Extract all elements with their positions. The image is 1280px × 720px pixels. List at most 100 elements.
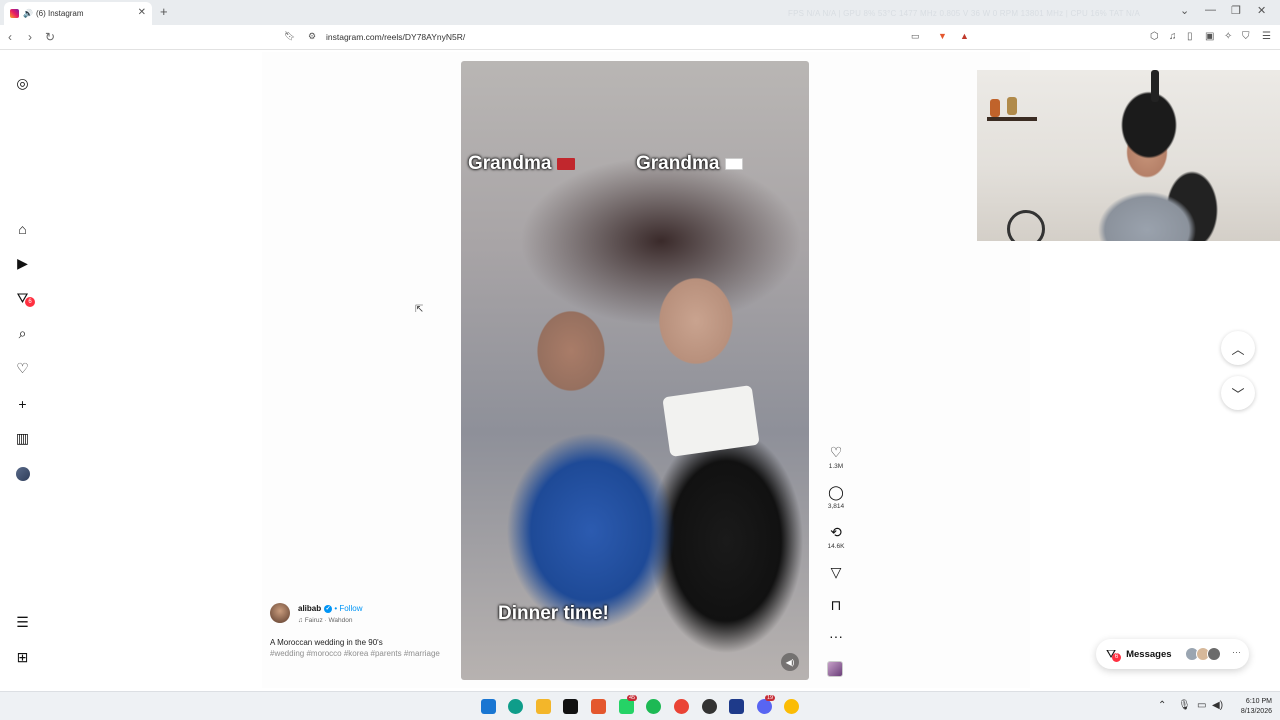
verified-icon: ✓ [324, 604, 333, 613]
bookmark-icon: ⊓ [830, 597, 842, 613]
chrome-icon[interactable] [784, 699, 799, 714]
messages-icon: ⛛ 6 [1106, 647, 1121, 662]
bookmark-icon[interactable]: 🔖︎ [284, 31, 295, 42]
notification-badge: 6 [25, 297, 35, 307]
save-button[interactable]: ⊓ [820, 597, 852, 614]
dashboard-icon[interactable]: ▥ [14, 430, 31, 447]
spotify-icon[interactable] [646, 699, 661, 714]
speaker-icon[interactable]: 🔊 [23, 9, 33, 18]
chrome-icon[interactable] [674, 699, 689, 714]
follow-button[interactable]: Follow [339, 604, 362, 613]
discord-badge: 19 [765, 695, 776, 701]
like-count: 1.3M [828, 463, 844, 470]
repost-button[interactable]: ⟲ 14.6K [820, 524, 852, 550]
repost-icon: ⟲ [830, 524, 842, 540]
messages-button[interactable]: ⛛ 6 Messages ··· [1096, 639, 1249, 669]
maximize-icon[interactable]: ❐ [1231, 4, 1241, 17]
address-bar: ‹ › ↻ 🔖︎ ⚙︎ instagram.com/reels/DY78AYny… [0, 25, 1280, 50]
like-button[interactable]: ♡ 1.3M [820, 444, 852, 470]
microphone-icon[interactable]: 🎙︎ [1178, 700, 1191, 711]
mouse-cursor-icon: ⇱ [415, 304, 424, 315]
more-options-button[interactable]: ··· [820, 628, 852, 644]
figurine [1007, 97, 1017, 115]
comment-button[interactable]: ◯ 3,814 [820, 484, 852, 510]
share-button[interactable]: ▽ [820, 564, 852, 581]
minimize-icon[interactable]: — [1205, 4, 1216, 16]
whatsapp-icon[interactable] [619, 699, 634, 714]
url-text[interactable]: instagram.com/reels/DY78AYnyN5R/ [326, 32, 465, 42]
more-menu-icon[interactable]: ☰ [14, 614, 31, 631]
message-avatars [1185, 647, 1221, 661]
home-icon[interactable]: ⌂ [14, 220, 31, 237]
username[interactable]: alibab [298, 604, 321, 613]
fan [1007, 210, 1045, 241]
reels-icon[interactable]: ▶ [14, 255, 31, 272]
chevron-down-icon[interactable]: ⌄ [1180, 4, 1189, 17]
clock[interactable]: 6:10 PM 8/13/2026 [1226, 697, 1272, 717]
share-icon: ▽ [830, 564, 842, 580]
webcam-overlay [977, 70, 1280, 241]
hashtags[interactable]: #wedding #morocco #korea #parents #marri… [270, 649, 440, 658]
chevron-up-icon: ︿ [1231, 341, 1245, 357]
messages-label: Messages [1126, 648, 1172, 660]
vpn-icon[interactable]: ⛉ [1242, 31, 1250, 42]
brave-shield-icon[interactable]: ▼ [938, 31, 947, 41]
site-settings-icon[interactable]: ⚙︎ [308, 31, 316, 42]
avatar[interactable] [270, 603, 290, 623]
wallet-icon[interactable]: ▣ [1205, 31, 1214, 42]
reel-video[interactable]: Grandma Grandma Dinner time! ◀) [461, 61, 809, 680]
volume-icon[interactable]: ◀) [1212, 700, 1223, 711]
tab-instagram[interactable]: 🔊 (6) Instagram ✕ [4, 2, 152, 25]
search-icon[interactable]: ⌕ [14, 325, 31, 342]
file-explorer-icon[interactable] [536, 699, 551, 714]
obs-icon[interactable] [702, 699, 717, 714]
video-caption-overlay: Dinner time! [498, 603, 609, 624]
reload-icon[interactable]: ↻ [45, 30, 55, 44]
browser-tab-bar: 🔊 (6) Instagram ✕ + FPS N/A N/A | GPU 8%… [0, 0, 1280, 25]
chevron-down-icon: ﹀ [1231, 386, 1245, 402]
profile-avatar[interactable] [14, 465, 31, 482]
cast-icon[interactable]: ▭ [911, 31, 920, 42]
new-tab-button[interactable]: + [160, 4, 168, 19]
instagram-favicon-icon [10, 9, 19, 18]
audio-track[interactable]: ♫ Fairuz · Wahdon [298, 617, 353, 624]
sidebar-toggle-icon[interactable]: ▯ [1187, 31, 1193, 42]
tiktok-icon[interactable] [563, 699, 578, 714]
back-icon[interactable]: ‹ [8, 30, 12, 44]
brave-rewards-icon[interactable]: ▲ [960, 31, 969, 41]
brave-icon[interactable] [591, 699, 606, 714]
apps-icon[interactable]: ⊞ [14, 649, 31, 666]
speaker-icon[interactable]: ◀) [781, 653, 799, 671]
close-tab-icon[interactable]: ✕ [138, 7, 146, 18]
music-icon: ♫ [298, 617, 305, 624]
whatsapp-badge: 45 [627, 695, 638, 701]
follow-separator: • [334, 604, 338, 613]
network-icon[interactable]: ▭ [1197, 700, 1206, 711]
discord-icon[interactable] [757, 699, 772, 714]
create-icon[interactable]: + [14, 395, 31, 412]
close-window-icon[interactable]: ✕ [1257, 4, 1266, 17]
app-icon[interactable] [729, 699, 744, 714]
avatar [1207, 647, 1221, 661]
avatar [15, 466, 30, 481]
heart-icon: ♡ [829, 444, 843, 460]
extension-icon[interactable]: ⬡ [1150, 31, 1159, 42]
previous-reel-button[interactable]: ︿ [1221, 331, 1255, 365]
audio-thumbnail[interactable] [827, 661, 843, 677]
korea-flag-icon [725, 157, 744, 170]
comment-count: 3,814 [827, 503, 845, 510]
windows-start-icon[interactable] [481, 699, 496, 714]
menu-icon[interactable]: ☰ [1262, 31, 1271, 42]
performance-overlay: FPS N/A N/A | GPU 8% 53°C 1477 MHz 0.805… [788, 9, 1140, 18]
wall-hanging [1151, 70, 1159, 102]
tray-overflow-icon[interactable]: ⌃ [1158, 700, 1166, 711]
forward-icon[interactable]: › [28, 30, 32, 44]
leo-ai-icon[interactable]: ✧ [1224, 31, 1232, 42]
heart-icon[interactable]: ♡ [14, 360, 31, 377]
next-reel-button[interactable]: ﹀ [1221, 376, 1255, 410]
caption-user-line: alibab ✓ • Follow [298, 604, 363, 613]
edge-icon[interactable] [508, 699, 523, 714]
music-icon[interactable]: ♫ [1169, 31, 1177, 42]
messages-badge: 6 [1112, 652, 1121, 662]
instagram-logo-icon[interactable]: ◎ [14, 75, 31, 92]
